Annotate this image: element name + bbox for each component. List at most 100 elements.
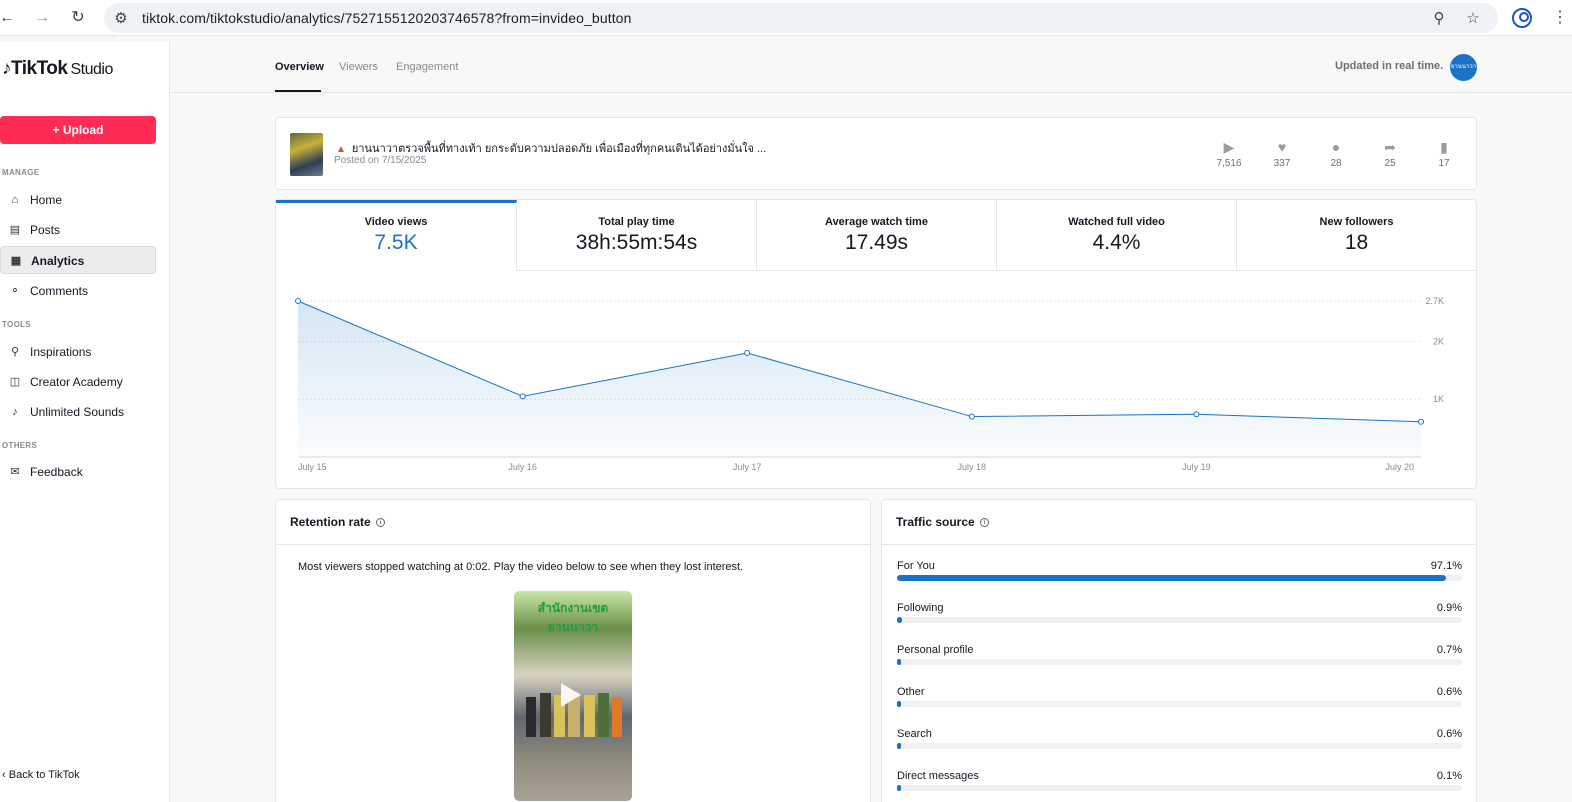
video-banner-text: สำนักงานเขตยานนาวา	[537, 601, 609, 634]
performance-card: Video views 7.5K Total play time 38h:55m…	[275, 199, 1477, 489]
sidebar-item-comments[interactable]: ⚬ Comments	[0, 277, 156, 305]
sidebar-item-label: Posts	[30, 223, 61, 237]
info-icon[interactable]: i	[980, 518, 990, 528]
updated-status: Updated in real time.	[1335, 60, 1444, 72]
traffic-row: Personal profile 0.7%	[897, 644, 1462, 680]
sidebar-item-label: Home	[30, 193, 63, 207]
sidebar-item-label: Creator Academy	[30, 375, 123, 389]
retention-description: Most viewers stopped watching at 0:02. P…	[298, 561, 744, 573]
data-point	[519, 393, 526, 400]
bookmark-star-icon[interactable]: ☆	[1464, 10, 1482, 28]
site-settings-icon[interactable]: ⚙	[112, 10, 130, 28]
kpi-label: Average watch time	[825, 216, 928, 228]
lightbulb-icon: ⚲	[10, 346, 20, 358]
video-thumbnail[interactable]	[290, 133, 323, 176]
kpi-label: Video views	[364, 216, 428, 228]
tab-engagement[interactable]: Engagement	[396, 61, 458, 73]
sidebar-item-feedback[interactable]: ✉ Feedback	[0, 458, 156, 486]
traffic-source-percent: 0.9%	[1436, 602, 1462, 614]
traffic-bar-fill	[897, 785, 901, 791]
views-stat: ▶ 7,516	[1209, 139, 1249, 169]
address-bar[interactable]: ⚙ tiktok.com/tiktokstudio/analytics/7527…	[104, 3, 1498, 33]
shares-stat: ➦ 25	[1370, 139, 1410, 169]
y-tick-label: 1K	[1433, 394, 1444, 404]
browser-profile-icon[interactable]	[1512, 8, 1532, 28]
bookmark-icon: ▮	[1440, 139, 1448, 155]
zoom-icon[interactable]: ⚲	[1430, 10, 1448, 28]
heart-icon: ♥	[1277, 139, 1287, 155]
views-area	[298, 301, 1421, 457]
tiktok-studio-logo[interactable]: ♪TikTok Studio	[2, 58, 113, 80]
data-point	[1193, 411, 1200, 418]
traffic-source-name: Other	[897, 686, 925, 698]
browser-toolbar: ← → ↻ ⚙ tiktok.com/tiktokstudio/analytic…	[0, 0, 1572, 36]
logo-suffix: Studio	[70, 61, 113, 78]
traffic-source-name: Direct messages	[897, 770, 979, 782]
url-text[interactable]: tiktok.com/tiktokstudio/analytics/752715…	[142, 10, 631, 26]
analytics-tabs-bar: Overview Viewers Engagement Updated in r…	[171, 42, 1572, 93]
sidebar-item-inspirations[interactable]: ⚲ Inspirations	[0, 338, 156, 366]
traffic-source-percent: 0.1%	[1436, 770, 1462, 782]
likes-stat: ♥ 337	[1262, 139, 1302, 169]
traffic-source-name: Personal profile	[897, 644, 974, 656]
kpi-total-play-time[interactable]: Total play time 38h:55m:54s	[517, 200, 757, 271]
kpi-average-watch-time[interactable]: Average watch time 17.49s	[757, 200, 997, 271]
reload-icon[interactable]: ↻	[67, 7, 89, 29]
kpi-label: Watched full video	[1068, 216, 1165, 228]
play-icon: ▶	[1223, 139, 1235, 155]
sidebar-item-unlimited-sounds[interactable]: ♪ Unlimited Sounds	[0, 398, 156, 426]
views-line-chart: 2.7K 2K 1K July 15 July 16 July 17 July 18 July…	[295, 296, 1444, 472]
back-to-tiktok-link[interactable]: ‹ Back to TikTok	[2, 769, 80, 781]
traffic-bar-fill	[897, 701, 901, 707]
video-summary-card: ▲ ยานนาวาตรวจพื้นที่ทางเท้า ยกระดับความปล…	[275, 117, 1477, 190]
data-point	[295, 298, 301, 304]
traffic-bar-track	[897, 701, 1462, 707]
kpi-video-views[interactable]: Video views 7.5K	[276, 200, 517, 271]
tab-overview[interactable]: Overview	[275, 61, 324, 73]
forward-arrow-icon[interactable]: →	[31, 7, 53, 29]
tab-viewers[interactable]: Viewers	[339, 61, 378, 73]
traffic-bar-track	[897, 575, 1462, 581]
avatar[interactable]: ยานนาวา	[1450, 54, 1477, 81]
upload-button[interactable]: + Upload	[0, 116, 156, 144]
active-tab-indicator	[275, 90, 321, 92]
sidebar-item-creator-academy[interactable]: ◫ Creator Academy	[0, 368, 156, 396]
traffic-title-text: Traffic source	[896, 515, 975, 529]
traffic-bar-fill	[897, 575, 1446, 581]
back-arrow-icon[interactable]: ←	[0, 7, 18, 29]
play-icon[interactable]	[561, 683, 581, 707]
x-tick-label: July 16	[508, 462, 537, 472]
retention-title: Retention rate i	[290, 515, 386, 529]
kpi-value: 18	[1344, 231, 1369, 254]
data-point	[744, 350, 751, 356]
kpi-new-followers[interactable]: New followers 18	[1237, 200, 1476, 271]
sidebar-item-label: Feedback	[30, 465, 83, 479]
sidebar-item-home[interactable]: ⌂ Home	[0, 186, 156, 214]
data-point	[1418, 418, 1424, 425]
traffic-source-percent: 97.1%	[1430, 560, 1462, 572]
data-point	[968, 413, 975, 420]
x-tick-label: July 19	[1182, 462, 1211, 472]
section-label-others: OTHERS	[2, 441, 38, 450]
traffic-source-name: For You	[897, 560, 935, 572]
browser-menu-icon[interactable]: ⋮	[1552, 8, 1568, 28]
x-tick-label: July 15	[298, 462, 327, 472]
shares-count: 25	[1384, 158, 1396, 169]
posts-icon: ▤	[9, 224, 21, 236]
sidebar-item-analytics[interactable]: ▦ Analytics	[0, 246, 156, 274]
sidebar-item-posts[interactable]: ▤ Posts	[0, 216, 156, 244]
retention-title-text: Retention rate	[290, 515, 371, 529]
kpi-value: 38h:55m:54s	[575, 231, 698, 254]
kpi-watched-full-video[interactable]: Watched full video 4.4%	[997, 200, 1237, 271]
traffic-header: Traffic source i	[882, 500, 1476, 545]
y-tick-label: 2.7K	[1425, 296, 1444, 306]
share-arrow-icon: ➦	[1384, 139, 1396, 155]
retention-card: Retention rate i Most viewers stopped wa…	[275, 499, 871, 802]
retention-video-player[interactable]: สำนักงานเขตยานนาวา	[514, 591, 632, 801]
sidebar-item-label: Inspirations	[30, 345, 92, 359]
envelope-icon: ✉	[10, 466, 20, 478]
info-icon[interactable]: i	[376, 518, 386, 528]
traffic-source-name: Following	[897, 602, 944, 614]
traffic-row: For You 97.1%	[897, 560, 1462, 596]
section-label-tools: TOOLS	[2, 320, 31, 329]
